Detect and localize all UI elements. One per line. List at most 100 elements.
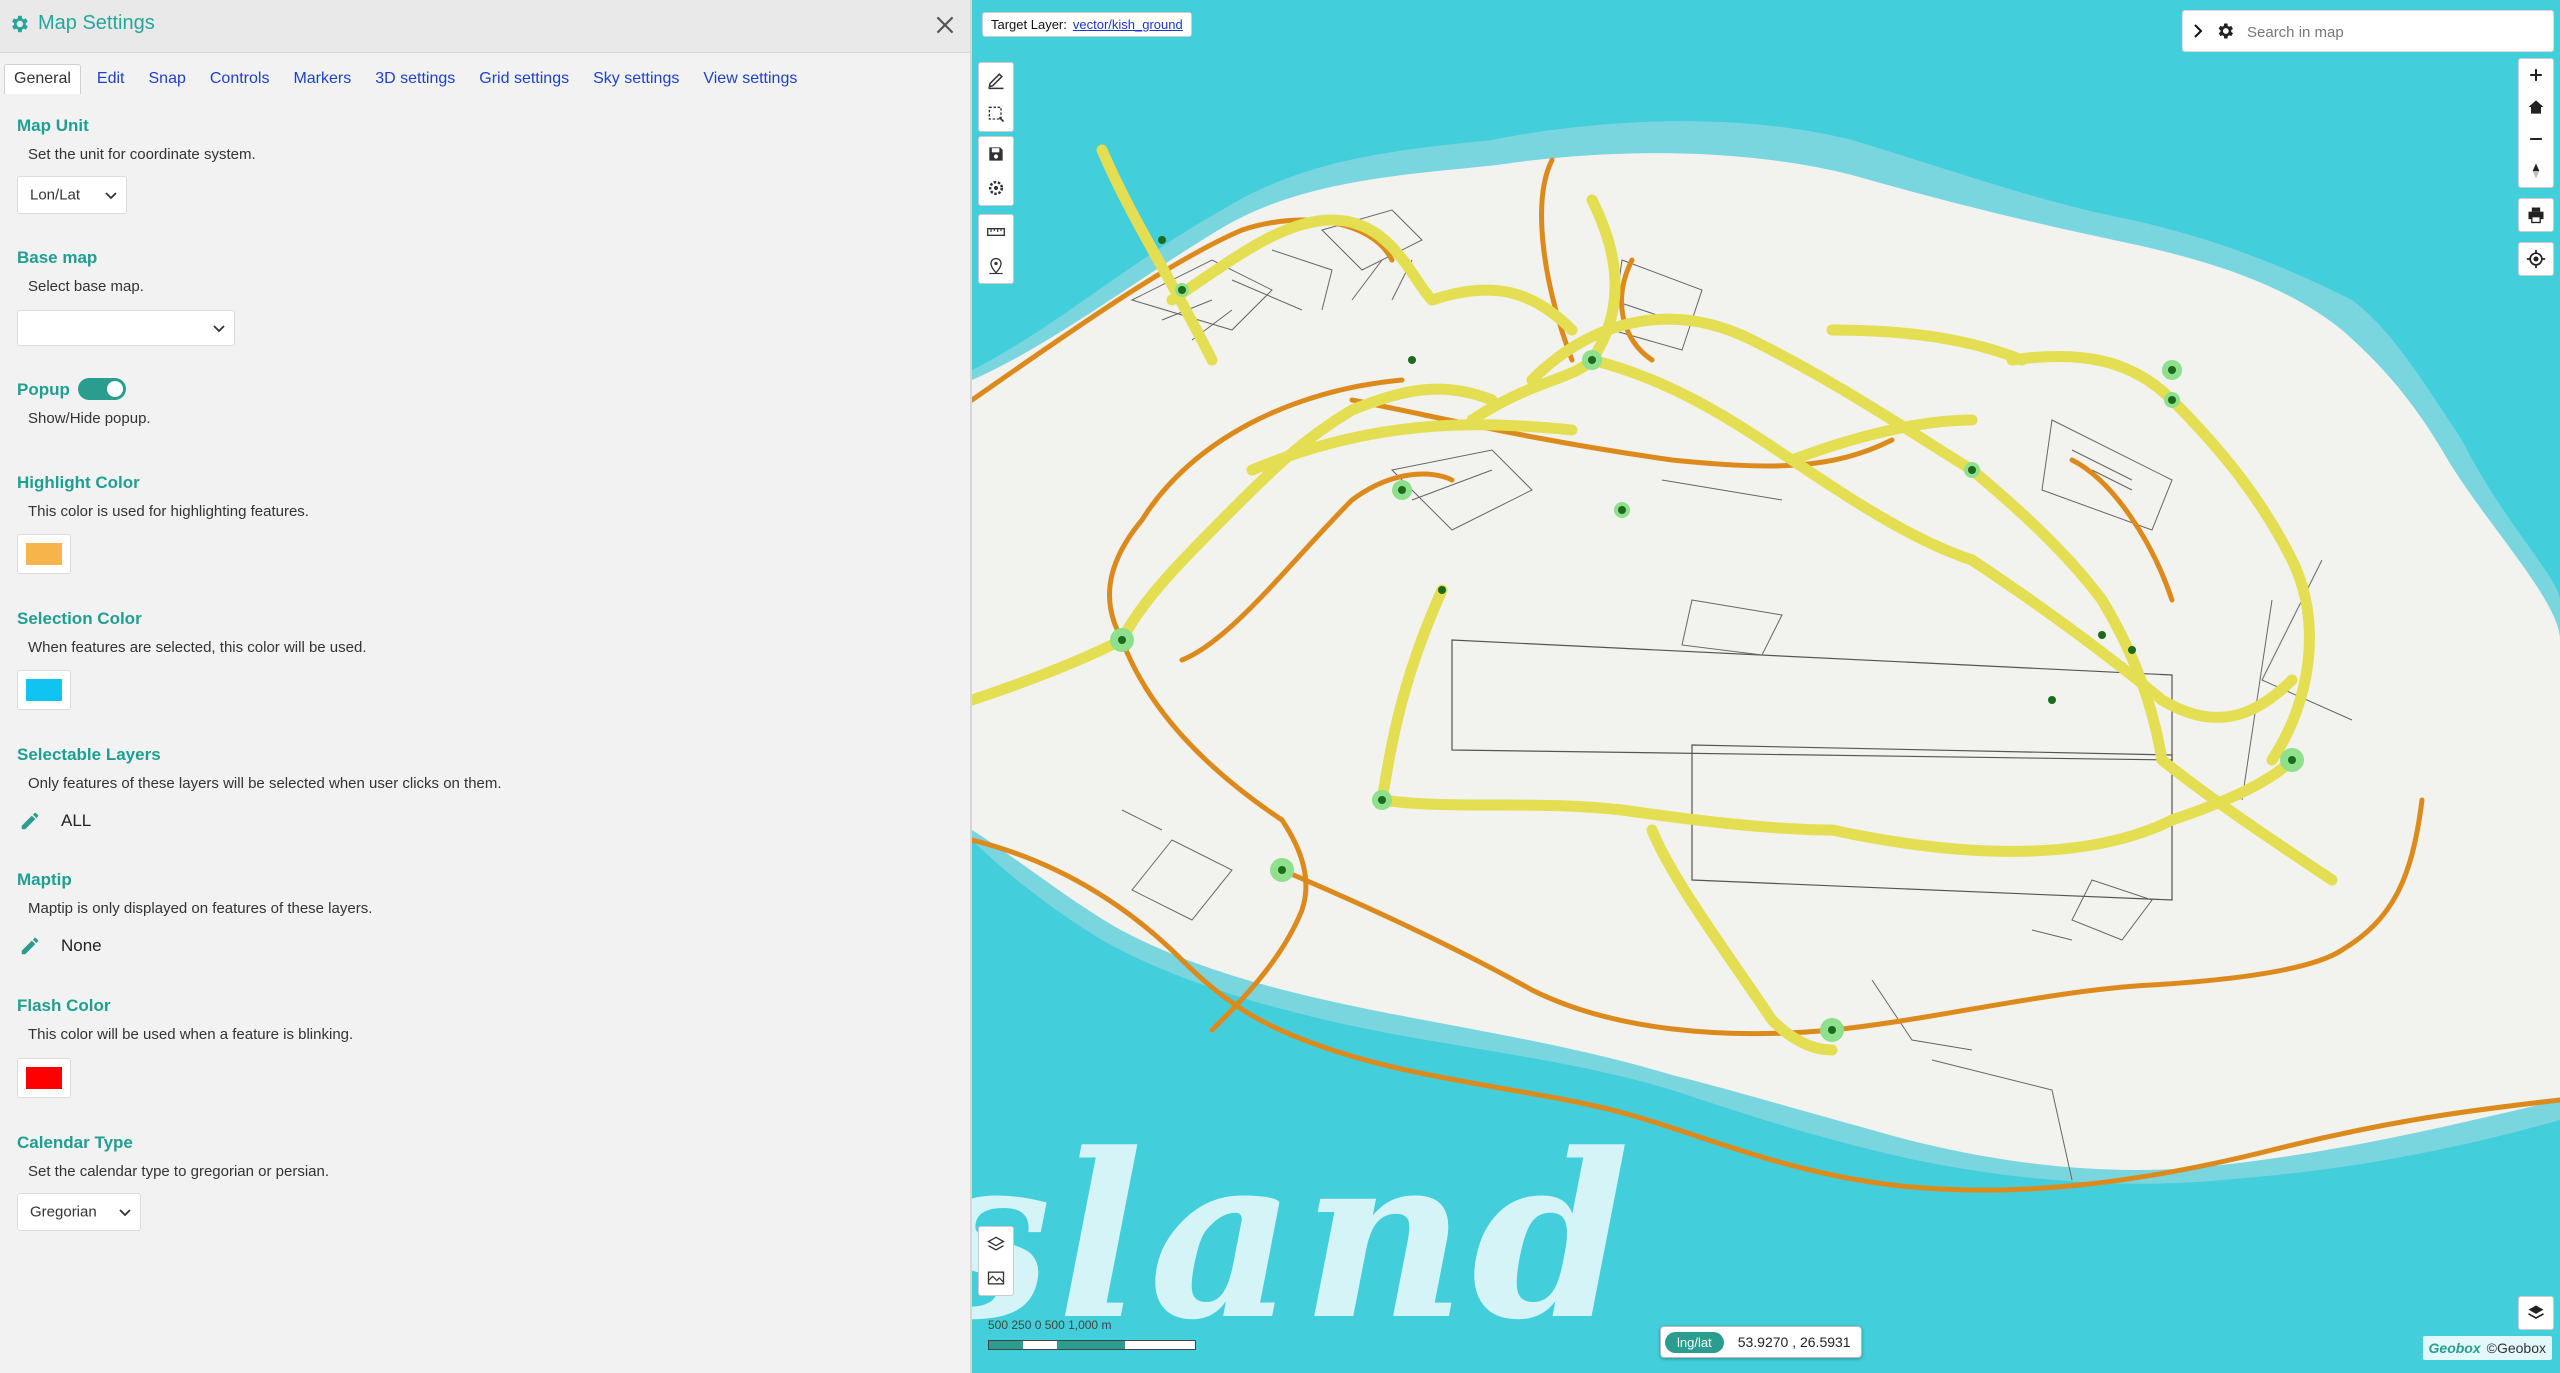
compass-button[interactable] [2519, 155, 2553, 187]
map-view[interactable]: sland Target Layer: vector/kish_ground S… [972, 0, 2560, 1373]
tab-general[interactable]: General [4, 64, 81, 94]
scale-bar: 500 250 0 500 1,000 m [988, 1318, 1208, 1356]
toggle-knob [107, 381, 123, 397]
ruler-icon [987, 228, 1005, 236]
maptip-section: Maptip Maptip is only displayed on featu… [17, 870, 372, 917]
layer-tools [978, 1226, 1014, 1296]
page-title: Map Settings [38, 12, 155, 34]
layers-icon [987, 1236, 1005, 1251]
settings-tabs: General Edit Snap Controls Markers 3D se… [4, 62, 811, 94]
selectable-layers-title: Selectable Layers [17, 745, 161, 764]
measure-tools [978, 214, 1014, 284]
tab-3d-settings[interactable]: 3D settings [365, 64, 465, 94]
tab-view-settings[interactable]: View settings [693, 64, 807, 94]
pencil-icon [21, 812, 39, 830]
selection-color-picker[interactable] [17, 670, 71, 710]
map-unit-desc: Set the unit for coordinate system. [28, 146, 256, 163]
selectable-layers-edit[interactable]: ALL [19, 810, 91, 832]
home-button[interactable] [2519, 91, 2553, 123]
measure-button[interactable] [979, 215, 1013, 249]
print-tools [2518, 198, 2554, 232]
selection-color-title: Selection Color [17, 609, 142, 628]
settings-icon [988, 180, 1004, 196]
tab-snap[interactable]: Snap [139, 64, 196, 94]
calendar-type-value: Gregorian [30, 1203, 97, 1221]
tab-controls[interactable]: Controls [200, 64, 280, 94]
settings-button[interactable] [979, 171, 1013, 205]
target-layer-label: Target Layer: [991, 17, 1067, 32]
popup-toggle[interactable] [78, 378, 126, 400]
base-map-desc: Select base map. [28, 278, 144, 295]
settings-panel: Map Settings General Edit Snap Controls … [0, 0, 972, 1373]
home-icon [2528, 100, 2544, 114]
draw-button[interactable] [979, 63, 1013, 97]
search-input[interactable] [2245, 17, 2539, 47]
print-button[interactable] [2519, 199, 2553, 231]
highlight-color-title: Highlight Color [17, 473, 140, 492]
maptip-value: None [61, 936, 102, 955]
layer-switch-button[interactable] [2519, 1297, 2553, 1329]
basemap-icon [987, 1271, 1005, 1285]
flash-color-picker[interactable] [17, 1058, 71, 1098]
highlight-color-swatch [26, 543, 62, 565]
calendar-type-select[interactable]: Gregorian [17, 1193, 141, 1231]
tab-edit[interactable]: Edit [87, 64, 135, 94]
map-unit-select[interactable]: Lon/Lat [17, 176, 127, 214]
coordinate-unit-toggle[interactable]: lng/lat [1665, 1331, 1724, 1353]
gear-icon[interactable] [2215, 21, 2235, 41]
base-map-section: Base map Select base map. [17, 248, 144, 295]
coordinate-value: 53.9270 , 26.5931 [1737, 1334, 1851, 1350]
save-button[interactable] [979, 137, 1013, 171]
zoom-tools [2518, 58, 2554, 188]
layers-switch-icon [2528, 1305, 2544, 1319]
scale-segment [989, 1341, 1023, 1349]
map-unit-title: Map Unit [17, 116, 89, 135]
layer-switcher [2518, 1296, 2554, 1330]
marker-button[interactable] [979, 249, 1013, 283]
scale-bar-track [988, 1340, 1196, 1350]
location-pin-icon [989, 257, 1003, 275]
selection-color-swatch [26, 679, 62, 701]
highlight-color-picker[interactable] [17, 534, 71, 574]
print-icon [2528, 207, 2544, 224]
chevron-right-icon[interactable] [2191, 23, 2205, 39]
locate-button[interactable] [2519, 243, 2553, 275]
geobox-logo: Geobox [2428, 1340, 2481, 1356]
calendar-type-section: Calendar Type Set the calendar type to g… [17, 1133, 329, 1180]
maptip-edit[interactable]: None [19, 935, 102, 957]
highlight-color-section: Highlight Color This color is used for h… [17, 473, 309, 520]
target-layer-link[interactable]: vector/kish_ground [1073, 17, 1183, 32]
draw-tools [978, 62, 1014, 132]
coordinate-display: lng/lat 53.9270 , 26.5931 [1660, 1326, 1862, 1358]
tab-markers[interactable]: Markers [283, 64, 361, 94]
selection-color-desc: When features are selected, this color w… [28, 639, 367, 656]
tab-sky-settings[interactable]: Sky settings [583, 64, 689, 94]
pencil-icon [21, 937, 39, 955]
target-layer-box: Target Layer: vector/kish_ground [982, 12, 1192, 37]
locate-icon [2526, 249, 2546, 269]
calendar-type-desc: Set the calendar type to gregorian or pe… [28, 1163, 330, 1180]
map-unit-value: Lon/Lat [30, 186, 81, 204]
maptip-desc: Maptip is only displayed on features of … [28, 900, 373, 917]
zoom-out-icon [2530, 138, 2542, 140]
chevron-down-icon [213, 325, 225, 333]
locate-tools [2518, 242, 2554, 276]
flash-color-section: Flash Color This color will be used when… [17, 996, 353, 1043]
chevron-down-icon [105, 192, 117, 200]
basemap-button[interactable] [979, 1261, 1013, 1295]
flash-color-swatch [26, 1067, 62, 1089]
layers-button[interactable] [979, 1227, 1013, 1261]
attribution-text: ©Geobox [2486, 1340, 2546, 1356]
close-icon[interactable] [932, 12, 958, 38]
zoom-in-button[interactable] [2519, 59, 2553, 91]
zoom-out-button[interactable] [2519, 123, 2553, 155]
selection-color-section: Selection Color When features are select… [17, 609, 367, 656]
pencil-icon [988, 73, 1004, 90]
tab-grid-settings[interactable]: Grid settings [469, 64, 579, 94]
maptip-title: Maptip [17, 870, 72, 889]
scale-labels: 500 250 0 500 1,000 m [988, 1318, 1112, 1332]
selectable-layers-desc: Only features of these layers will be se… [28, 775, 502, 792]
select-area-button[interactable] [979, 97, 1013, 131]
map-canvas[interactable] [972, 0, 2560, 1373]
base-map-select[interactable] [17, 310, 235, 346]
